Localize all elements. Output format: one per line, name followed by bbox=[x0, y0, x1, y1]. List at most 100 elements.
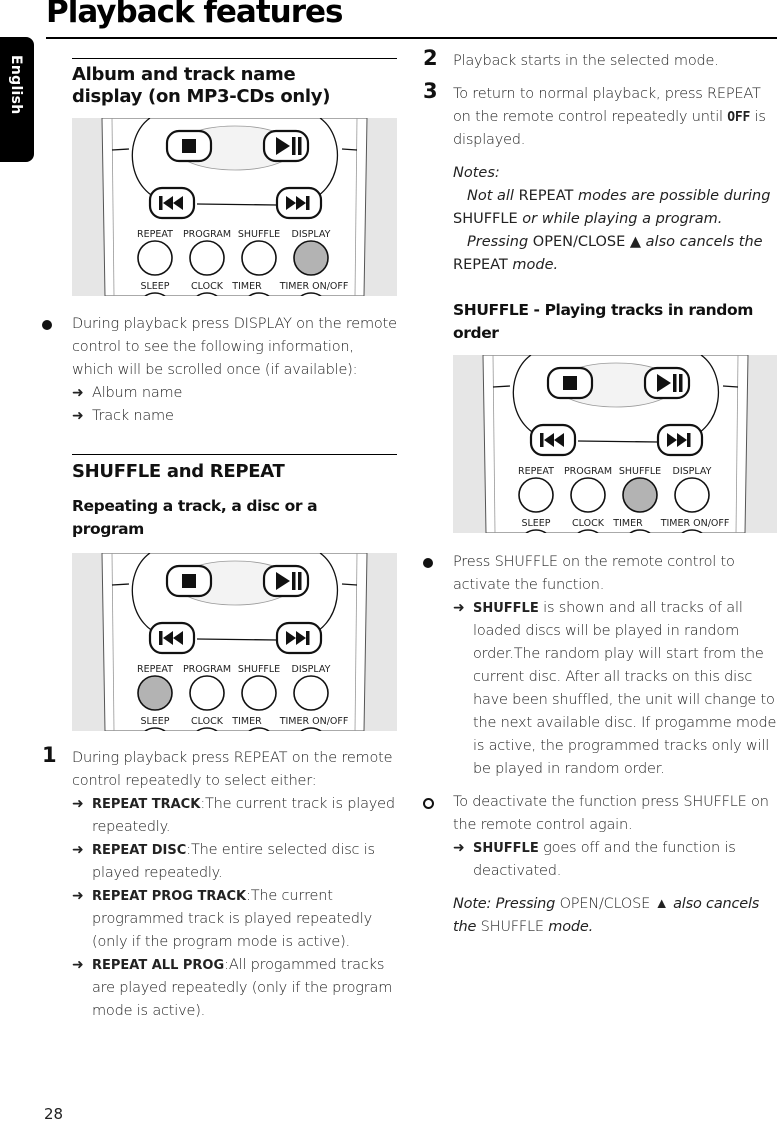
note-text: mode. bbox=[548, 919, 593, 935]
remote-label-display: DISPLAY bbox=[673, 466, 712, 477]
remote-label-repeat: REPEAT bbox=[518, 466, 554, 477]
note-keyword: REPEAT bbox=[513, 188, 578, 204]
page-title: Playback features bbox=[46, 0, 343, 30]
repeat-mode-keyword: REPEAT TRACK bbox=[92, 797, 201, 812]
result-item: ➜ SHUFFLE is shown and all tracks of all… bbox=[453, 597, 777, 781]
display-off-word: OFF bbox=[727, 110, 751, 125]
shuffle-note: Note: Pressing OPEN/CLOSE ▲ also cancels… bbox=[453, 893, 777, 939]
previous-button-icon bbox=[529, 423, 577, 457]
note-text: mode. bbox=[512, 257, 559, 273]
remote-label-program: PROGRAM bbox=[183, 229, 231, 240]
remote-button-display bbox=[293, 675, 329, 711]
previous-button-icon bbox=[148, 621, 196, 655]
play-pause-button-icon bbox=[262, 564, 310, 598]
arrow-right-icon: ➜ bbox=[72, 842, 84, 858]
instruction-text: To deactivate the function press SHUFFLE… bbox=[453, 794, 769, 833]
note-text: Note: Pressing bbox=[453, 896, 556, 912]
shuffle-deactivate: To deactivate the function press SHUFFLE… bbox=[423, 791, 777, 883]
step-number: 1 bbox=[42, 743, 57, 767]
remote-button-repeat bbox=[137, 240, 173, 276]
display-keyword: SHUFFLE bbox=[473, 841, 539, 856]
remote-illustration-display: REPEAT PROGRAM SHUFFLE DISPLAY SLEEP CLOCK TIM… bbox=[72, 118, 397, 296]
next-button-icon bbox=[275, 621, 323, 655]
step-number: 2 bbox=[423, 46, 438, 70]
notes: Notes: Not all REPEAT modes are possible… bbox=[423, 162, 777, 277]
remote-button-repeat bbox=[518, 477, 554, 513]
arrow-right-icon: ➜ bbox=[72, 796, 84, 812]
repeat-mode-keyword: REPEAT PROG TRACK bbox=[92, 889, 247, 904]
remote-button-shuffle-highlighted bbox=[622, 477, 658, 513]
repeat-option: ➜ REPEAT ALL PROG:All progammed tracks ar… bbox=[72, 954, 397, 1023]
remote-label-program: PROGRAM bbox=[183, 664, 231, 675]
left-column: Album and track name display (on MP3-CDs… bbox=[42, 58, 397, 1023]
remote-label-timer-on-off: TIMER ON/OFF bbox=[279, 281, 349, 292]
remote-label-timer: TIMER bbox=[231, 716, 262, 727]
repeat-option: ➜ REPEAT DISC:The entire selected disc is… bbox=[72, 839, 397, 885]
step-number: 3 bbox=[423, 79, 438, 103]
note-keyword: SHUFFLE bbox=[476, 919, 549, 935]
step-2: 2 Playback starts in the selected mode. bbox=[423, 46, 777, 73]
remote-label-clock: CLOCK bbox=[191, 281, 224, 292]
remote-button-repeat-highlighted bbox=[137, 675, 173, 711]
repeat-option: ➜ REPEAT TRACK:The current track is playe… bbox=[72, 793, 397, 839]
remote-label-sleep: SLEEP bbox=[140, 281, 169, 292]
remote-button-display bbox=[674, 477, 710, 513]
remote-label-timer: TIMER bbox=[612, 518, 643, 529]
remote-label-timer-on-off: TIMER ON/OFF bbox=[660, 518, 730, 529]
remote-button-program bbox=[570, 477, 606, 513]
remote-label-shuffle: SHUFFLE bbox=[238, 229, 280, 240]
next-button-icon bbox=[656, 423, 704, 457]
result-text: is shown and all tracks of all loaded di… bbox=[473, 600, 777, 777]
play-pause-button-icon bbox=[643, 366, 691, 400]
remote-label-repeat: REPEAT bbox=[137, 664, 173, 675]
remote-illustration-repeat: REPEAT PROGRAM SHUFFLE DISPLAY SLEEP CLOCK TIM… bbox=[72, 553, 397, 731]
note-text: also cancels the bbox=[645, 234, 763, 250]
remote-button-shuffle bbox=[241, 675, 277, 711]
note-2: Pressing OPEN/CLOSE ▲ also cancels the R… bbox=[453, 231, 777, 277]
remote-button-program bbox=[189, 240, 225, 276]
arrow-right-icon: ➜ bbox=[72, 385, 84, 401]
step-3: 3 To return to normal playback, press RE… bbox=[423, 79, 777, 152]
result-item: ➜ SHUFFLE goes off and the function is d… bbox=[453, 837, 777, 883]
remote-label-shuffle: SHUFFLE bbox=[619, 466, 661, 477]
album-instruction-text: During playback press DISPLAY on the rem… bbox=[72, 316, 397, 378]
album-section-heading: Album and track name display (on MP3-CDs… bbox=[72, 64, 331, 107]
note-keyword: OPEN/CLOSE ▲ bbox=[528, 234, 646, 250]
shuffle-section-heading: SHUFFLE - Playing tracks in random order bbox=[453, 301, 753, 342]
step-text: Playback starts in the selected mode. bbox=[453, 53, 719, 69]
note-text: Not all bbox=[467, 188, 514, 204]
right-column: 2 Playback starts in the selected mode. … bbox=[423, 46, 777, 939]
hollow-bullet-icon bbox=[423, 798, 434, 809]
language-tab: English bbox=[0, 37, 34, 162]
note-keyword: SHUFFLE bbox=[453, 211, 523, 227]
repeat-subheading: Repeating a track, a disc or a program bbox=[72, 497, 318, 538]
stop-button-icon bbox=[165, 129, 213, 163]
play-pause-button-icon bbox=[262, 129, 310, 163]
step-text: To return to normal playback, press REPE… bbox=[453, 86, 761, 125]
note-keyword: OPEN/CLOSE ▲ bbox=[555, 896, 674, 912]
result-text: Track name bbox=[92, 408, 174, 424]
note-text: Pressing bbox=[467, 234, 529, 250]
remote-label-timer-on-off: TIMER ON/OFF bbox=[279, 716, 349, 727]
bullet-icon bbox=[423, 558, 433, 568]
title-rule bbox=[46, 37, 777, 39]
stop-button-icon bbox=[165, 564, 213, 598]
remote-button-display-highlighted bbox=[293, 240, 329, 276]
remote-button-shuffle bbox=[241, 240, 277, 276]
remote-label-repeat: REPEAT bbox=[137, 229, 173, 240]
note-text: or while playing a program. bbox=[522, 211, 723, 227]
stop-button-icon bbox=[546, 366, 594, 400]
album-instruction: During playback press DISPLAY on the rem… bbox=[42, 313, 397, 428]
previous-button-icon bbox=[148, 186, 196, 220]
language-tab-label: English bbox=[8, 55, 24, 115]
remote-label-display: DISPLAY bbox=[292, 229, 331, 240]
remote-label-clock: CLOCK bbox=[572, 518, 605, 529]
section-rule bbox=[72, 454, 397, 455]
arrow-right-icon: ➜ bbox=[72, 408, 84, 424]
remote-label-sleep: SLEEP bbox=[521, 518, 550, 529]
instruction-text: Press SHUFFLE on the remote control to a… bbox=[453, 554, 735, 593]
remote-label-timer: TIMER bbox=[231, 281, 262, 292]
remote-label-display: DISPLAY bbox=[292, 664, 331, 675]
next-button-icon bbox=[275, 186, 323, 220]
result-item: ➜ Album name bbox=[72, 382, 397, 405]
